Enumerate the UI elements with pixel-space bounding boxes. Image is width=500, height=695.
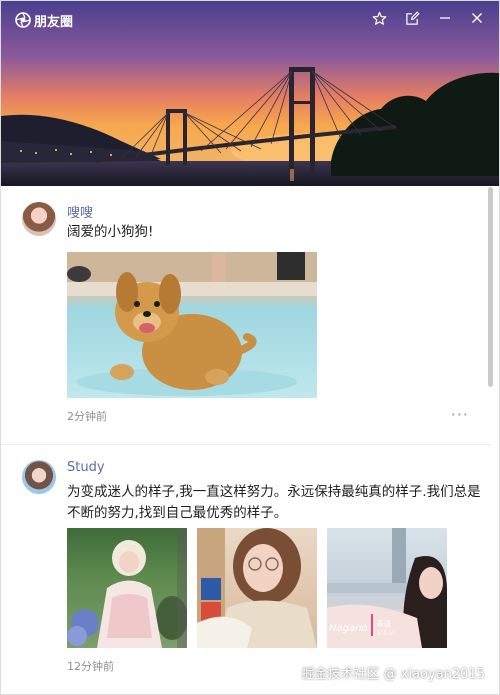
golden-retriever-in-pool-photo[interactable] bbox=[67, 252, 317, 398]
svg-text:いたい: いたい bbox=[377, 630, 395, 637]
cover-banner: 朋友圈 bbox=[1, 1, 499, 186]
post-text: 阔爱的小狗狗! bbox=[67, 224, 154, 240]
avatar[interactable] bbox=[22, 460, 56, 494]
post-text: 为变成迷人的样子,我一直这样努力。永远保持最纯真的样子.我们总是不断的努力,找到… bbox=[67, 484, 481, 521]
moment-post: 嗖嗖 阔爱的小狗狗! 2分钟前 ··· bbox=[1, 187, 491, 445]
close-icon[interactable] bbox=[470, 11, 488, 29]
moments-window: 朋友圈 嗖嗖 阔爱的小狗狗! 2分钟前 ··· Study 为变成迷人的样子,我… bbox=[0, 0, 500, 695]
avatar[interactable] bbox=[22, 202, 56, 236]
window-title: 朋友圈 bbox=[34, 15, 74, 30]
minimize-icon[interactable] bbox=[438, 11, 456, 29]
aperture-icon bbox=[15, 12, 31, 28]
star-icon[interactable] bbox=[372, 11, 390, 29]
post-time: 2分钟前 bbox=[67, 410, 107, 423]
edit-icon[interactable] bbox=[405, 11, 423, 29]
girl-with-glasses-photo[interactable] bbox=[197, 528, 317, 648]
post-time: 12分钟前 bbox=[67, 660, 114, 673]
title-bar: 朋友圈 bbox=[1, 1, 499, 39]
girl-nagano-photo[interactable]: 永遠 いたい Nagano bbox=[327, 528, 447, 648]
photo-caption: Nagano bbox=[329, 623, 368, 634]
post-author[interactable]: 嗖嗖 bbox=[67, 202, 93, 221]
post-author[interactable]: Study bbox=[67, 460, 105, 475]
more-options-icon[interactable]: ··· bbox=[451, 405, 469, 424]
svg-text:永遠: 永遠 bbox=[377, 619, 391, 628]
watermark: 掘金技术社区 @ xiaoyan2015 bbox=[301, 667, 485, 682]
moment-post: Study 为变成迷人的样子,我一直这样努力。永远保持最纯真的样子.我们总是不断… bbox=[1, 445, 491, 694]
cosplay-girl-garden-photo[interactable] bbox=[67, 528, 187, 648]
